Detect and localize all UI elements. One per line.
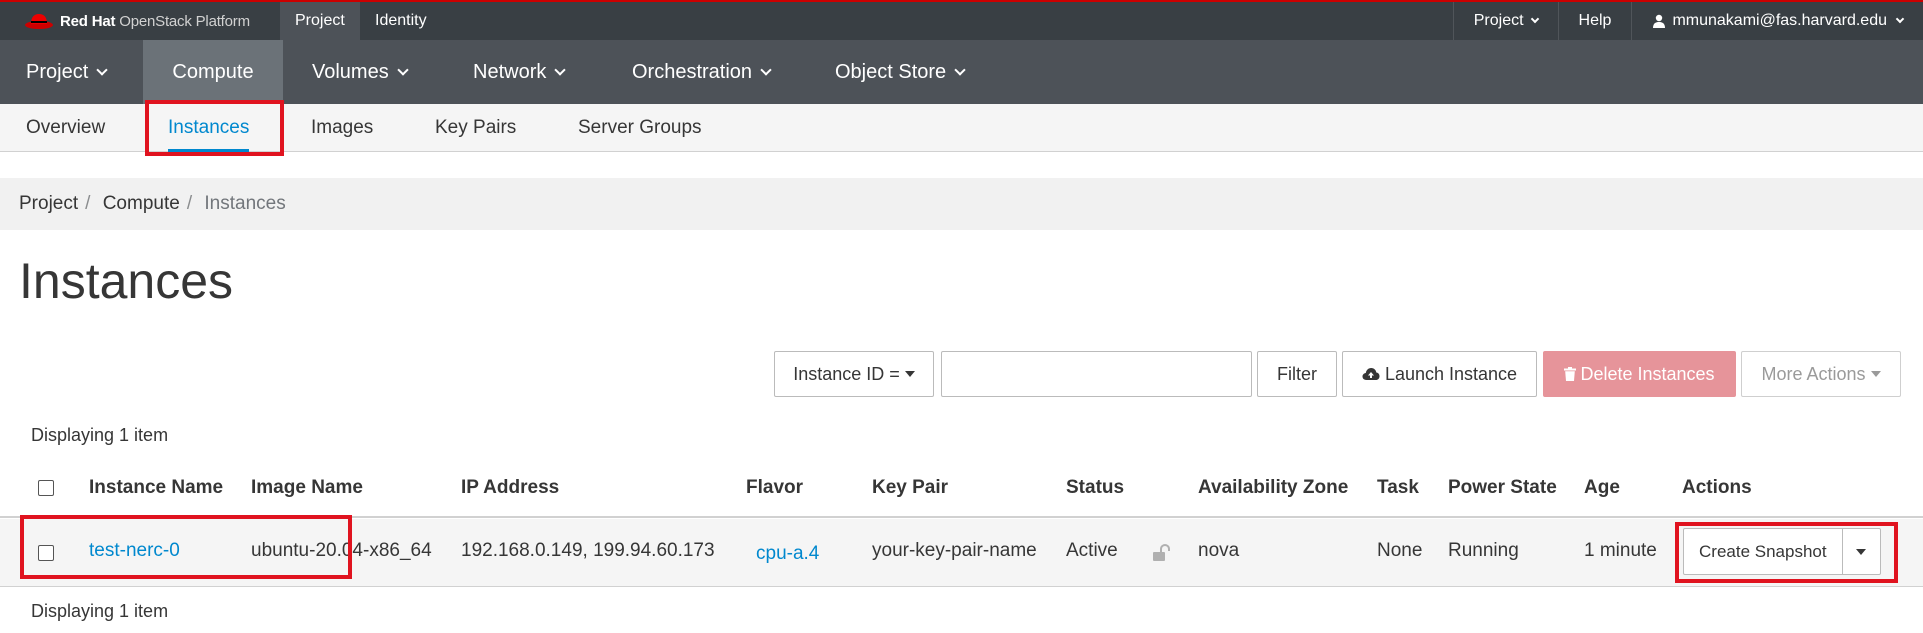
trash-icon — [1564, 367, 1577, 381]
delete-instances-label: Delete Instances — [1580, 363, 1715, 384]
help-label: Help — [1578, 12, 1612, 29]
col-availability-zone[interactable]: Availability Zone — [1198, 468, 1348, 518]
instance-name-link[interactable]: test-nerc-0 — [89, 519, 180, 587]
page-title: Instances — [19, 253, 234, 309]
table-row: test-nerc-0 ubuntu-20.04-x86_64 192.168.… — [0, 519, 1923, 587]
help-link[interactable]: Help — [1557, 2, 1632, 40]
flavor-link[interactable]: cpu-a.4 — [756, 522, 819, 590]
top-tab-identity[interactable]: Identity — [360, 2, 442, 40]
row-actions: Create Snapshot — [1683, 528, 1881, 575]
col-task[interactable]: Task — [1377, 468, 1419, 518]
col-actions: Actions — [1682, 477, 1752, 498]
nav-project-label: Project — [26, 61, 89, 83]
nav-compute-label: Compute — [172, 61, 254, 83]
breadcrumb: Project / Compute / Instances — [0, 178, 1923, 230]
user-dropdown[interactable]: mmunakami@fas.harvard.edu — [1631, 2, 1923, 40]
caret-down-icon — [1856, 548, 1867, 555]
status-value: Active — [1066, 540, 1118, 561]
col-key-pair[interactable]: Key Pair — [872, 468, 948, 518]
nav-network[interactable]: Network — [447, 40, 590, 104]
nav-project[interactable]: Project — [0, 40, 132, 104]
ip-address: 192.168.0.149, 199.94.60.173 — [461, 540, 715, 561]
delete-instances-button[interactable]: Delete Instances — [1543, 351, 1736, 397]
subnav-overview[interactable]: Overview — [26, 104, 105, 152]
filter-field-dropdown[interactable]: Instance ID = — [774, 351, 934, 397]
top-right-menu: Project Help mmunakami@fas.harvard.edu — [1452, 2, 1923, 40]
cloud-upload-icon — [1362, 368, 1380, 380]
filter-button[interactable]: Filter — [1257, 351, 1337, 397]
key-pair: your-key-pair-name — [872, 540, 1037, 561]
more-actions-button[interactable]: More Actions — [1741, 351, 1901, 397]
nav-orchestration-label: Orchestration — [632, 61, 753, 83]
nav-orchestration[interactable]: Orchestration — [606, 40, 796, 104]
breadcrumb-separator: / — [85, 193, 91, 214]
col-ip-address[interactable]: IP Address — [461, 468, 559, 518]
nav-volumes-label: Volumes — [312, 61, 389, 83]
main-nav: Project Compute Volumes Network Orchestr… — [0, 40, 1923, 104]
col-power-state[interactable]: Power State — [1448, 468, 1557, 518]
caret-down-icon — [1870, 371, 1881, 377]
col-flavor[interactable]: Flavor — [746, 468, 803, 518]
top-tab-project[interactable]: Project — [280, 2, 360, 40]
brand-name-bold: Red Hat — [60, 12, 116, 30]
age-value: 1 minute — [1584, 540, 1657, 561]
more-actions-label: More Actions — [1761, 363, 1866, 384]
display-count-top: Displaying 1 item — [31, 425, 169, 445]
create-snapshot-label: Create Snapshot — [1699, 541, 1827, 561]
breadcrumb-compute[interactable]: Compute — [103, 193, 180, 214]
brand-name-light: OpenStack Platform — [119, 12, 250, 30]
top-bar: Red Hat OpenStack Platform Project Ident… — [0, 0, 1923, 40]
row-checkbox[interactable] — [38, 545, 54, 561]
caret-down-icon — [904, 371, 915, 377]
display-count-bottom: Displaying 1 item — [31, 601, 169, 621]
project-dropdown[interactable]: Project — [1452, 2, 1558, 40]
chevron-down-icon — [1895, 14, 1905, 24]
active-tab-underline — [168, 149, 250, 152]
subnav-images[interactable]: Images — [311, 104, 373, 152]
col-age[interactable]: Age — [1584, 468, 1620, 518]
red-hat-logo-icon — [25, 14, 53, 29]
chevron-down-icon — [760, 64, 772, 76]
chevron-down-icon — [96, 64, 108, 76]
task-value: None — [1377, 540, 1423, 561]
breadcrumb-project[interactable]: Project — [19, 193, 78, 214]
launch-instance-button[interactable]: Launch Instance — [1342, 351, 1537, 397]
sub-nav: Overview Instances Images Key Pairs Serv… — [0, 104, 1923, 152]
subnav-key-pairs[interactable]: Key Pairs — [435, 104, 516, 152]
project-dropdown-label: Project — [1473, 12, 1524, 29]
filter-input[interactable] — [941, 351, 1252, 397]
user-icon — [1653, 14, 1666, 28]
col-status[interactable]: Status — [1066, 468, 1124, 518]
nav-network-label: Network — [473, 61, 547, 83]
row-actions-dropdown-toggle[interactable] — [1842, 528, 1881, 575]
chevron-down-icon — [1530, 14, 1539, 24]
user-name: mmunakami@fas.harvard.edu — [1672, 12, 1887, 29]
chevron-down-icon — [397, 64, 409, 76]
launch-instance-label: Launch Instance — [1384, 363, 1518, 384]
nav-volumes[interactable]: Volumes — [286, 40, 433, 104]
nav-compute[interactable]: Compute — [143, 40, 283, 104]
subnav-server-groups[interactable]: Server Groups — [578, 104, 702, 152]
select-all-checkbox[interactable] — [38, 480, 54, 496]
chevron-down-icon — [554, 64, 567, 76]
filter-button-label: Filter — [1277, 363, 1317, 384]
create-snapshot-button[interactable]: Create Snapshot — [1683, 528, 1843, 575]
table-header: Instance Name Image Name IP Address Flav… — [0, 468, 1923, 518]
nav-object-store[interactable]: Object Store — [809, 40, 990, 104]
subnav-instances[interactable]: Instances — [168, 104, 250, 152]
unlock-icon — [1153, 544, 1170, 561]
filter-field-label: Instance ID = — [793, 363, 900, 384]
breadcrumb-current: Instances — [204, 193, 286, 214]
subnav-instances-label: Instances — [168, 117, 250, 138]
availability-zone: nova — [1198, 540, 1240, 561]
col-image-name[interactable]: Image Name — [251, 468, 363, 518]
col-instance-name[interactable]: Instance Name — [89, 468, 223, 518]
power-state: Running — [1448, 540, 1519, 561]
nav-object-store-label: Object Store — [835, 61, 947, 83]
brand-logo[interactable]: Red Hat OpenStack Platform — [24, 2, 250, 40]
image-name: ubuntu-20.04-x86_64 — [251, 540, 432, 561]
breadcrumb-separator: / — [186, 193, 193, 214]
chevron-down-icon — [954, 64, 966, 76]
